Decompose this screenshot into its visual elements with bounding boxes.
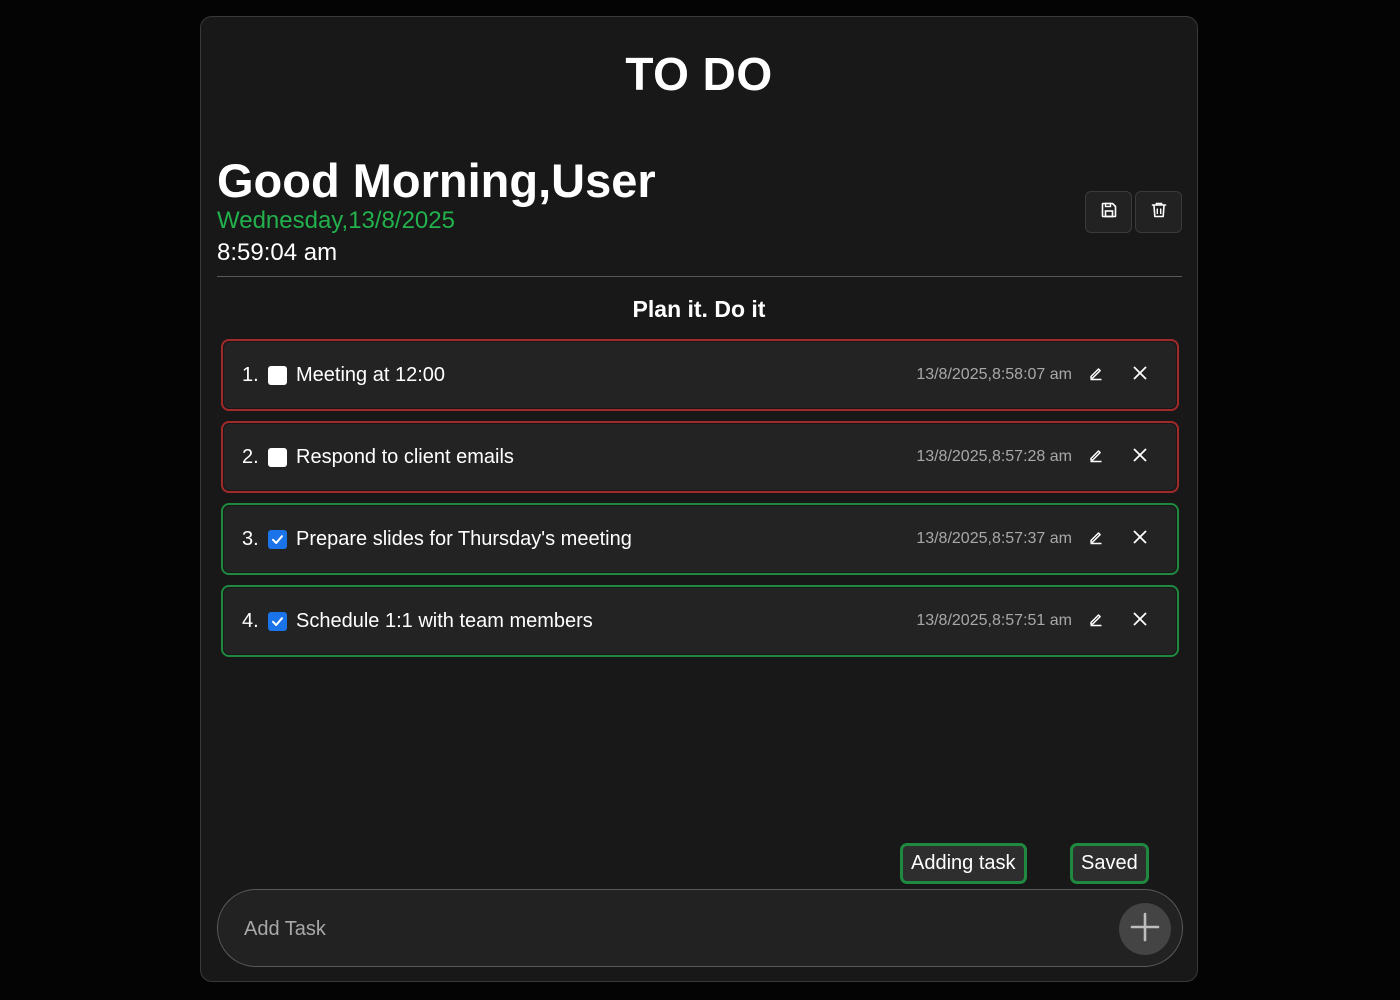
task-checkbox[interactable]: [268, 611, 287, 631]
close-icon: [1133, 366, 1147, 385]
trash-icon: [1150, 201, 1168, 224]
close-icon: [1133, 448, 1147, 467]
task-checkbox[interactable]: [268, 447, 287, 467]
task-checkbox[interactable]: [268, 529, 287, 549]
task-timestamp: 13/8/2025,8:57:37 am: [916, 530, 1072, 547]
edit-task-button[interactable]: [1086, 365, 1106, 385]
pencil-icon: [1088, 529, 1104, 550]
delete-task-button[interactable]: [1130, 529, 1150, 549]
header-actions: [1085, 191, 1182, 233]
task-text: Meeting at 12:00: [296, 363, 445, 386]
plus-icon: [1129, 911, 1161, 948]
task-number: 3.: [242, 527, 259, 550]
task-number: 4.: [242, 609, 259, 632]
saved-badge: Saved: [1070, 843, 1149, 884]
task-timestamp: 13/8/2025,8:57:28 am: [916, 448, 1072, 465]
pencil-icon: [1088, 365, 1104, 386]
task-timestamp: 13/8/2025,8:58:07 am: [916, 366, 1072, 383]
pencil-icon: [1088, 447, 1104, 468]
pencil-icon: [1088, 611, 1104, 632]
task-text: Respond to client emails: [296, 445, 514, 468]
task-number: 2.: [242, 445, 259, 468]
task-timestamp: 13/8/2025,8:57:51 am: [916, 612, 1072, 629]
close-icon: [1133, 530, 1147, 549]
delete-task-button[interactable]: [1130, 365, 1150, 385]
save-icon: [1100, 201, 1118, 224]
subtitle: Plan it. Do it: [632, 296, 766, 322]
delete-task-button[interactable]: [1130, 447, 1150, 467]
header-divider: [217, 276, 1182, 277]
delete-task-button[interactable]: [1130, 611, 1150, 631]
task-list: 1. Meeting at 12:00 13/8/2025,8:58:07 am: [221, 339, 1179, 667]
edit-task-button[interactable]: [1086, 529, 1106, 549]
task-checkbox[interactable]: [268, 365, 287, 385]
add-task-bar: [217, 889, 1183, 967]
current-time: 8:59:04 am: [217, 239, 338, 266]
app-title: TO DO: [625, 48, 773, 100]
todo-app: TO DO Good Morning,User Wednesday,13/8/2…: [200, 16, 1198, 982]
greeting-heading: Good Morning,User: [217, 154, 656, 207]
task-item: 4. Schedule 1:1 with team members 13/8/2…: [221, 585, 1179, 657]
task-item: 3. Prepare slides for Thursday's meeting…: [221, 503, 1179, 575]
edit-task-button[interactable]: [1086, 611, 1106, 631]
delete-all-button[interactable]: [1135, 191, 1182, 233]
task-item: 1. Meeting at 12:00 13/8/2025,8:58:07 am: [221, 339, 1179, 411]
task-text: Prepare slides for Thursday's meeting: [296, 527, 632, 550]
current-date: Wednesday,13/8/2025: [217, 207, 455, 234]
add-task-button[interactable]: [1119, 903, 1171, 955]
close-icon: [1133, 612, 1147, 631]
edit-task-button[interactable]: [1086, 447, 1106, 467]
save-button[interactable]: [1085, 191, 1132, 233]
task-number: 1.: [242, 363, 259, 386]
add-task-input[interactable]: [242, 910, 1106, 948]
task-item: 2. Respond to client emails 13/8/2025,8:…: [221, 421, 1179, 493]
task-text: Schedule 1:1 with team members: [296, 609, 593, 632]
adding-task-badge: Adding task: [900, 843, 1027, 884]
